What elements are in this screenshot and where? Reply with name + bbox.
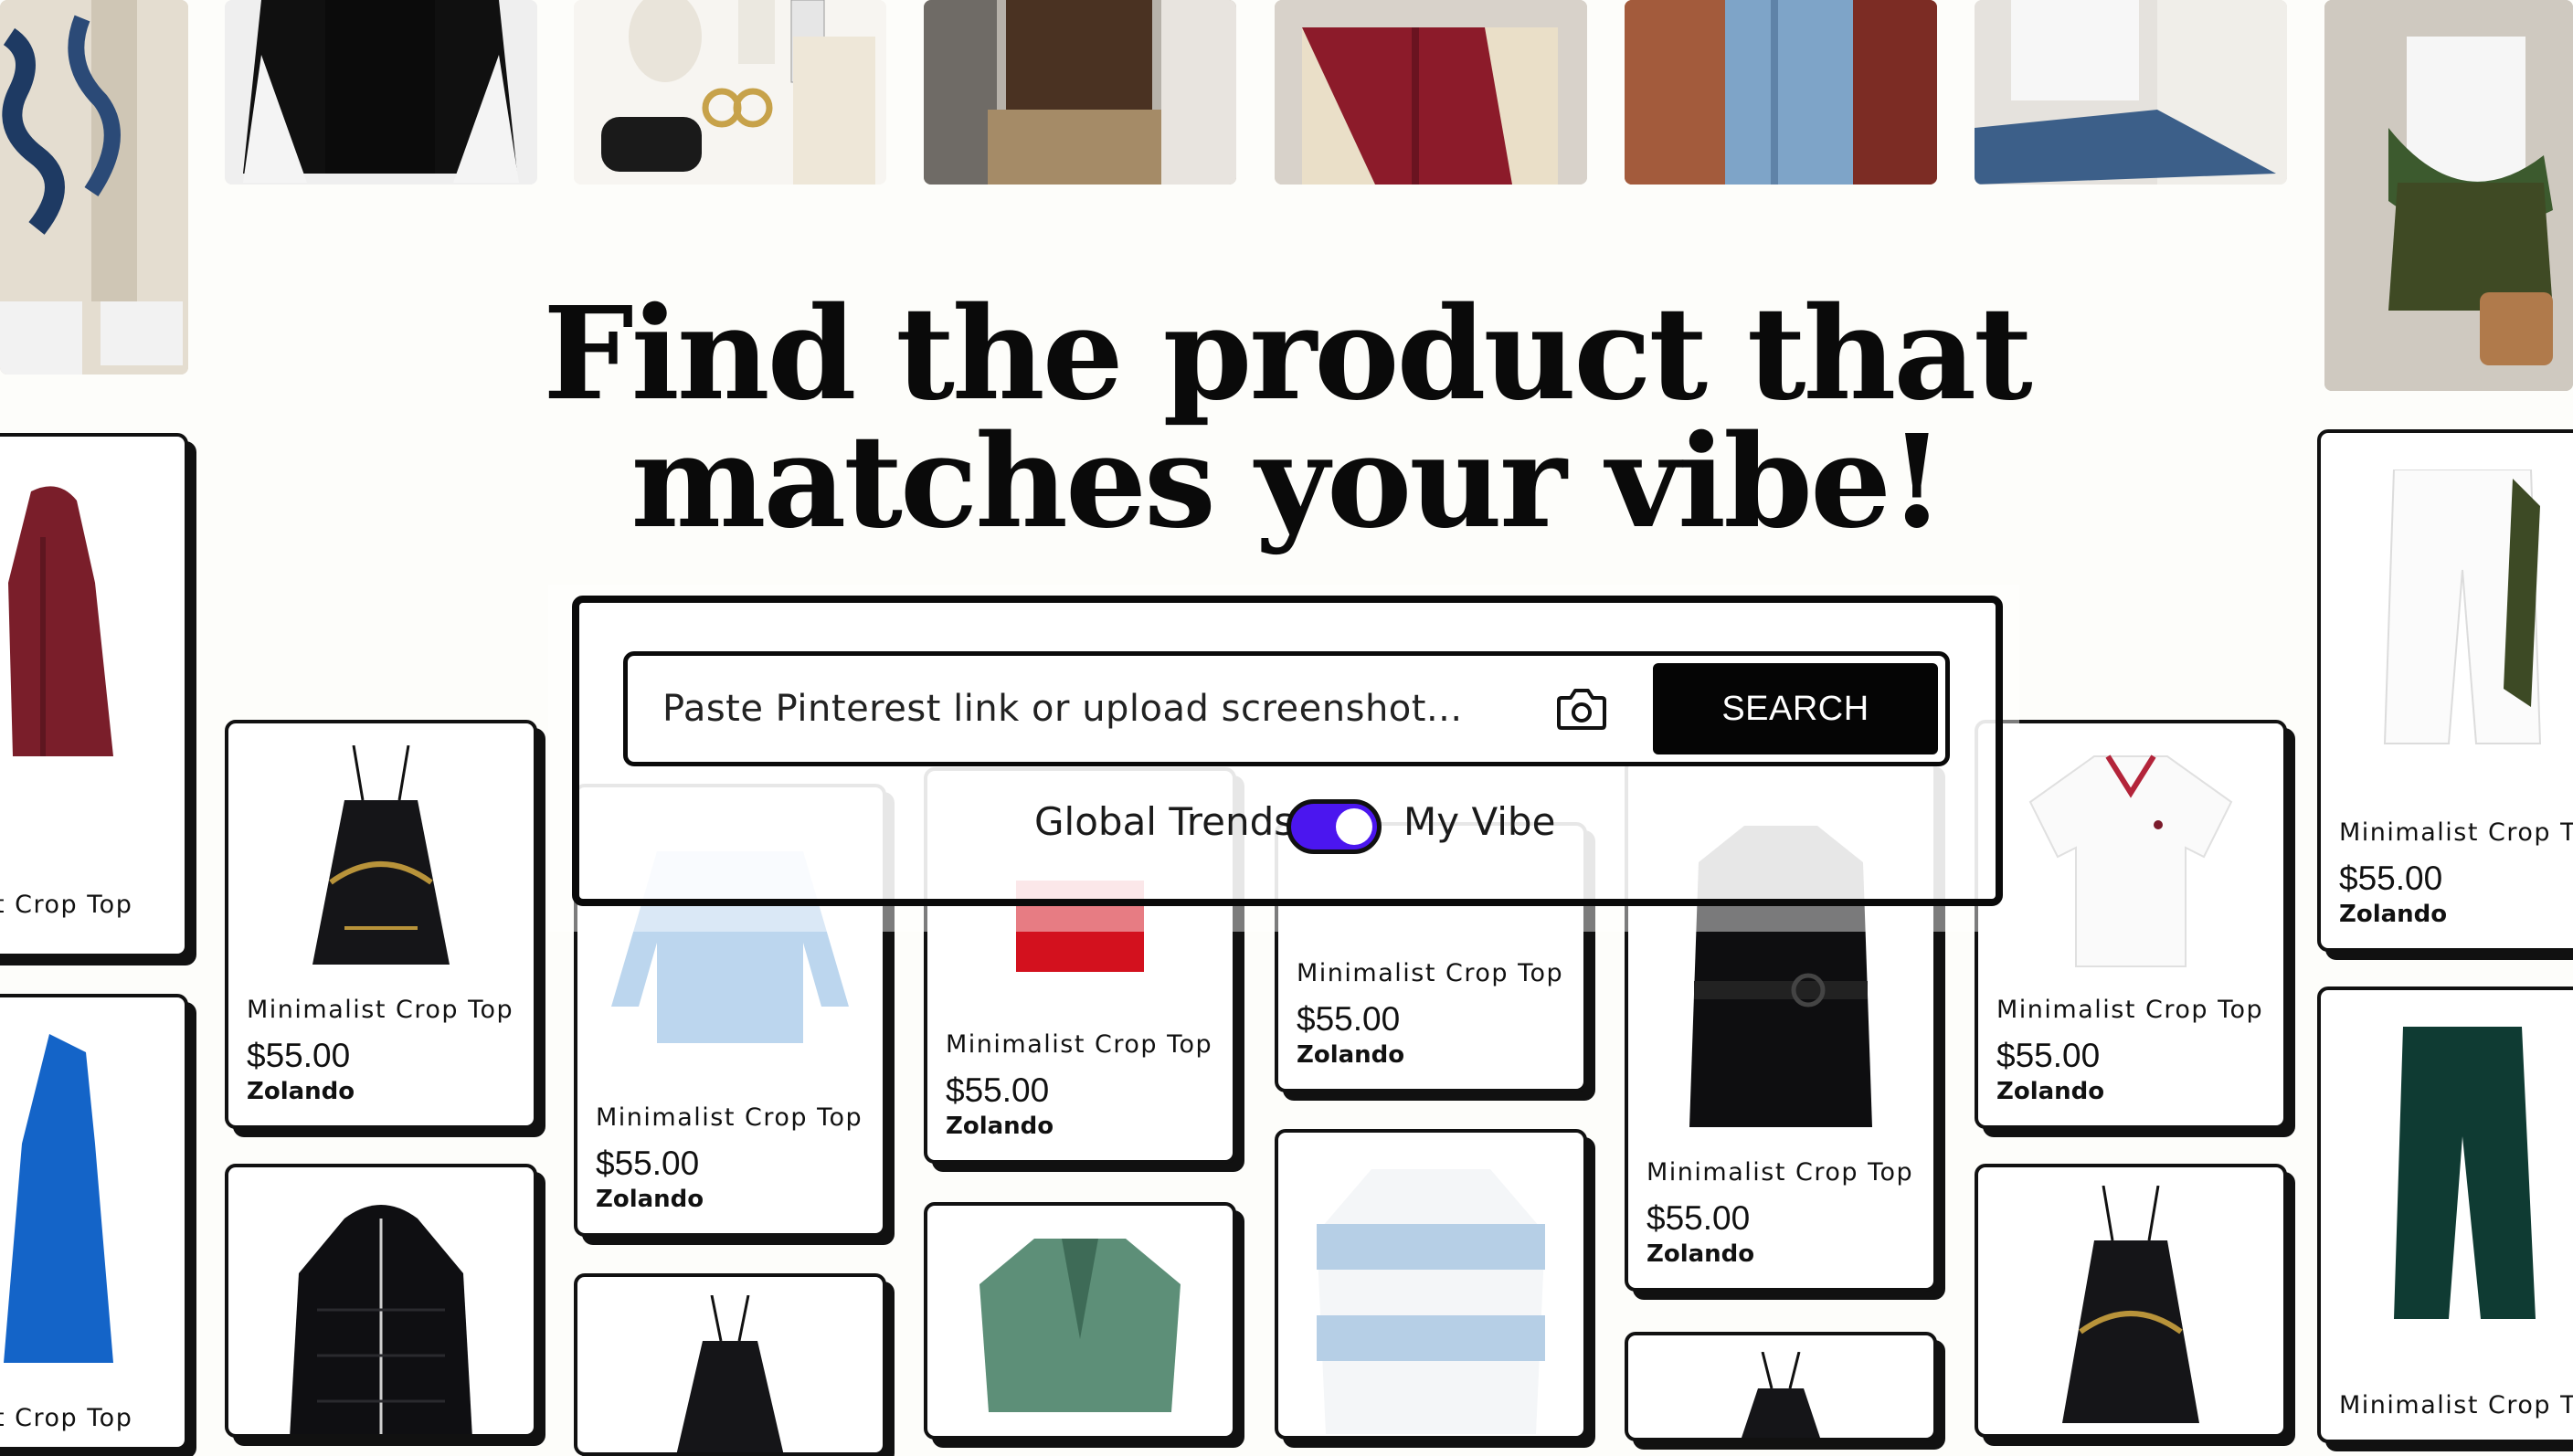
- product-image: [2321, 1027, 2573, 1337]
- product-store: Zolando: [946, 1113, 1054, 1140]
- inspiration-photo[interactable]: [924, 0, 1236, 185]
- product-name: Minimalist Crop Top: [2339, 1391, 2573, 1419]
- product-store: Zolando: [1647, 1240, 1755, 1268]
- product-card[interactable]: Minimalist Crop Top: [2317, 986, 2573, 1443]
- toggle-label-my-vibe: My Vibe: [1403, 799, 1556, 844]
- product-name: Minimalist Crop Top: [247, 996, 514, 1024]
- product-price: $55.00: [1297, 1000, 1401, 1038]
- product-card[interactable]: [1275, 1129, 1587, 1440]
- product-name: t Crop Top: [0, 1404, 133, 1432]
- product-card[interactable]: t Crop Top: [0, 994, 188, 1451]
- product-name: Minimalist Crop Top: [596, 1103, 863, 1132]
- search-button[interactable]: SEARCH: [1653, 663, 1938, 754]
- product-image: [927, 1229, 1233, 1436]
- product-price: $55.00: [1647, 1199, 1751, 1237]
- product-store: Zolando: [596, 1186, 704, 1213]
- inspiration-photo[interactable]: [574, 0, 886, 185]
- product-store: Zolando: [247, 1078, 355, 1105]
- product-image: [0, 1034, 185, 1363]
- product-image: [1978, 1186, 2283, 1432]
- product-store: Zolando: [1996, 1078, 2105, 1105]
- product-image: [1628, 1352, 1933, 1438]
- product-card[interactable]: [1625, 1332, 1937, 1441]
- product-name: Minimalist Crop Top: [1996, 996, 2264, 1024]
- product-price: $55.00: [596, 1145, 700, 1182]
- product-name: t Crop Top: [0, 891, 133, 919]
- product-card[interactable]: Minimalist Crop Top $55.00 Zolando: [1975, 720, 2287, 1129]
- product-card[interactable]: [1975, 1164, 2287, 1438]
- product-price: $55.00: [1996, 1037, 2101, 1074]
- product-name: Minimalist Crop Top: [1647, 1158, 1914, 1187]
- product-price: $55.00: [247, 1037, 351, 1074]
- product-image: [1978, 747, 2283, 976]
- camera-icon[interactable]: [1556, 685, 1607, 733]
- product-card[interactable]: Minimalist Crop Top $55.00 Zolando: [225, 720, 537, 1129]
- inspiration-photo[interactable]: [1625, 0, 1937, 185]
- toggle-label-global-trends: Global Trends: [1034, 799, 1295, 844]
- product-name: Minimalist Crop Top: [1297, 959, 1564, 987]
- inspiration-photo[interactable]: [225, 0, 537, 185]
- page-title-line-2: matches your vibe!: [630, 407, 1944, 557]
- product-store: Zolando: [1297, 1041, 1405, 1069]
- product-card[interactable]: [225, 1164, 537, 1438]
- product-price: $55.00: [2339, 860, 2443, 897]
- toggle-knob: [1336, 808, 1372, 845]
- product-name: Minimalist Crop Top: [946, 1030, 1213, 1059]
- vibe-toggle[interactable]: [1286, 799, 1382, 854]
- product-image: [1278, 1160, 1583, 1434]
- inspiration-photo[interactable]: [1275, 0, 1587, 185]
- product-price: $55.00: [946, 1071, 1050, 1109]
- inspiration-photo[interactable]: [1975, 0, 2287, 185]
- page-title: Find the product that matches your vibe!: [0, 290, 2573, 546]
- product-image: [577, 1295, 883, 1452]
- product-store: Zolando: [2339, 901, 2448, 928]
- search-input[interactable]: Paste Pinterest link or upload screensho…: [623, 651, 1950, 766]
- product-card[interactable]: [924, 1202, 1236, 1440]
- product-name: Minimalist Crop Top: [2339, 818, 2573, 847]
- product-image: [228, 745, 534, 974]
- product-card[interactable]: [574, 1273, 886, 1456]
- search-placeholder: Paste Pinterest link or upload screensho…: [662, 688, 1463, 730]
- product-image: [228, 1200, 534, 1434]
